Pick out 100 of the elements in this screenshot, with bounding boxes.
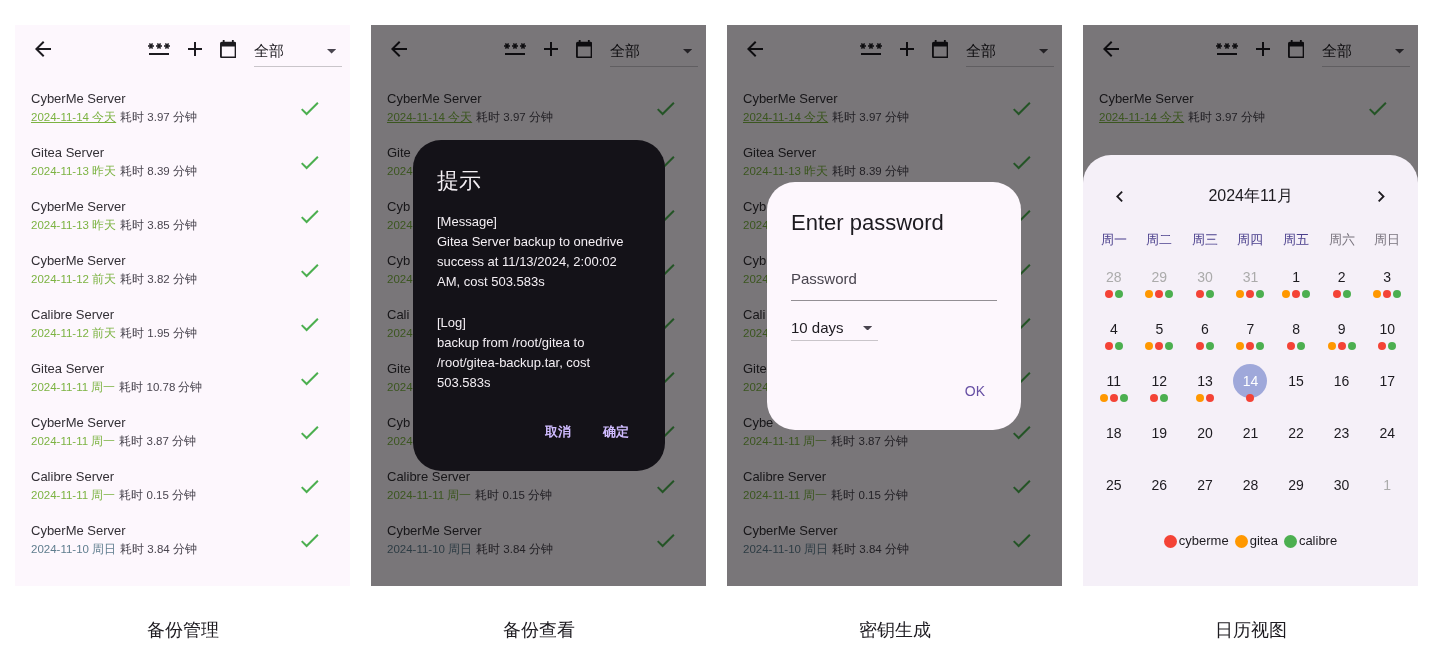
weekday-label: 周三 (1191, 231, 1218, 249)
day-number[interactable]: 24 (1370, 416, 1405, 450)
day-number[interactable]: 21 (1233, 416, 1268, 450)
day-number[interactable]: 2 (1324, 260, 1359, 294)
backup-date: 2024-11-11 周一 (31, 433, 116, 449)
backup-date: 2024 (743, 217, 769, 233)
weekday-label: 周一 (1100, 231, 1127, 249)
server-name: CyberMe Server (31, 197, 126, 216)
filter-dropdown[interactable]: 全部 (966, 37, 1054, 67)
day-number[interactable]: 25 (1096, 468, 1131, 502)
day-number[interactable]: 28 (1233, 468, 1268, 502)
backup-duration: 耗时 3.85 分钟 (120, 217, 197, 233)
caret-icon (1038, 49, 1048, 54)
backup-duration: 耗时 3.82 分钟 (120, 271, 197, 287)
check-icon (657, 480, 675, 494)
backup-duration: 耗时 0.15 分钟 (119, 487, 197, 503)
day-number[interactable]: 8 (1279, 312, 1314, 346)
day-number[interactable]: 3 (1370, 260, 1405, 294)
month-title: 2024年11月 (1208, 185, 1293, 206)
day-number[interactable]: 26 (1142, 468, 1177, 502)
day-number[interactable]: 16 (1324, 364, 1359, 398)
server-name: Calibre Server (387, 467, 471, 486)
day-number[interactable]: 22 (1279, 416, 1314, 450)
cancel-button[interactable]: 取消 (533, 416, 583, 448)
day-number[interactable]: 15 (1279, 364, 1314, 398)
day-number[interactable]: 12 (1142, 364, 1177, 398)
backup-duration: 耗时 3.87 分钟 (119, 433, 197, 449)
calendar-icon[interactable] (219, 39, 236, 59)
legend-label: cyberme (1178, 532, 1229, 550)
day-number[interactable]: 7 (1233, 312, 1268, 346)
backup-duration: 耗时 3.84 分钟 (120, 541, 197, 557)
day-number[interactable]: 20 (1187, 416, 1222, 450)
check-icon (301, 372, 319, 386)
day-number[interactable]: 4 (1096, 312, 1131, 346)
password-field[interactable]: Password (791, 258, 997, 301)
filter-dropdown[interactable]: 全部 (1322, 37, 1410, 67)
day-number[interactable]: 23 (1324, 416, 1359, 450)
asterisks-icon[interactable] (147, 43, 170, 55)
backup-date: 2024-11-10 周日 (31, 541, 117, 557)
caret-icon (1394, 49, 1404, 54)
server-name: CyberMe Server (31, 413, 126, 432)
backup-date: 2024 (743, 325, 769, 341)
backup-date: 2024 (743, 271, 769, 287)
backup-date: 2024-11-10 周日 (387, 541, 473, 557)
check-icon (301, 156, 319, 170)
day-number[interactable]: 5 (1142, 312, 1177, 346)
day-number[interactable]: 6 (1187, 312, 1222, 346)
backup-date: 2024 (743, 379, 769, 395)
chevron-right-icon[interactable] (1378, 190, 1385, 202)
check-icon (301, 318, 319, 332)
check-icon (1013, 426, 1031, 440)
day-number[interactable]: 29 (1279, 468, 1314, 502)
server-name: Gite (743, 359, 767, 378)
server-name: Gite (387, 143, 411, 162)
backup-duration: 耗时 3.97 分钟 (832, 109, 909, 125)
server-name: Calibre Server (743, 467, 827, 486)
server-name: CyberMe Server (31, 521, 126, 540)
caret-icon (682, 49, 692, 54)
weekday-label: 周二 (1146, 231, 1173, 249)
check-icon (1013, 480, 1031, 494)
confirm-button[interactable]: 确定 (591, 416, 641, 448)
check-icon (301, 426, 319, 440)
server-name: CyberMe Server (31, 251, 126, 270)
add-icon[interactable] (187, 42, 202, 56)
check-icon (301, 534, 319, 548)
day-number[interactable]: 19 (1142, 416, 1177, 450)
day-number[interactable]: 10 (1370, 312, 1405, 346)
backup-duration: 耗时 3.84 分钟 (476, 541, 553, 557)
day-number[interactable]: 9 (1324, 312, 1359, 346)
day-number[interactable]: 11 (1096, 364, 1131, 398)
day-number[interactable]: 27 (1187, 468, 1222, 502)
server-name: CyberMe Server (743, 89, 838, 108)
filter-dropdown[interactable]: 全部 (610, 37, 698, 67)
check-icon (1013, 534, 1031, 548)
backup-duration: 耗时 3.97 分钟 (1188, 109, 1265, 125)
day-number[interactable]: 1 (1279, 260, 1314, 294)
duration-dropdown[interactable]: 10 days (791, 316, 878, 341)
check-icon (657, 534, 675, 548)
backup-date: 2024-11-11 周一 (743, 487, 828, 503)
ok-button[interactable]: OK (952, 375, 997, 407)
backup-duration: 耗时 8.39 分钟 (832, 163, 909, 179)
server-name: Gitea Server (31, 359, 104, 378)
chevron-left-icon[interactable] (1116, 190, 1123, 202)
server-name: Gitea Server (743, 143, 816, 162)
screen-caption: 日历视图 (1214, 619, 1287, 642)
backup-date: 2024-11-14 今天 (31, 109, 117, 125)
day-number[interactable]: 30 (1324, 468, 1359, 502)
screen-caption: 密钥生成 (858, 619, 931, 642)
screen-caption: 备份查看 (502, 619, 575, 642)
message-text: backup from /root/gitea to /root/gitea-backup.tar, cost 503.583s (437, 334, 592, 392)
back-arrow-icon[interactable] (35, 41, 51, 57)
server-name: Cali (743, 305, 766, 324)
check-icon (301, 210, 319, 224)
weekday-label: 周日 (1374, 231, 1401, 249)
day-number[interactable]: 17 (1370, 364, 1405, 398)
day-number[interactable]: 18 (1096, 416, 1131, 450)
filter-dropdown[interactable]: 全部 (254, 37, 342, 67)
message-text: Gitea Server backup to onedrive success at 11/13/2024, 2:00:02 AM, cost 503.583s (437, 233, 625, 291)
day-number[interactable]: 13 (1187, 364, 1222, 398)
check-icon (301, 102, 319, 116)
